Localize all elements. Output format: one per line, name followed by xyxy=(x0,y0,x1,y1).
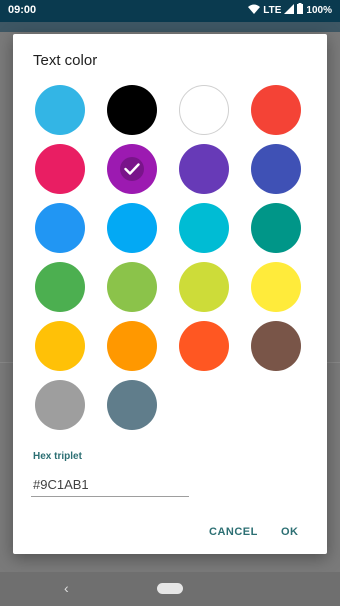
color-swatch[interactable] xyxy=(107,262,157,312)
home-icon[interactable] xyxy=(157,583,183,594)
color-swatch[interactable] xyxy=(35,203,85,253)
battery-level: 100% xyxy=(306,4,332,16)
color-swatch[interactable] xyxy=(251,262,301,312)
dialog-title: Text color xyxy=(33,52,98,69)
color-swatch[interactable] xyxy=(35,144,85,194)
app-bar-scrim xyxy=(0,22,340,32)
signal-icon xyxy=(284,3,295,17)
color-swatch[interactable] xyxy=(107,380,157,430)
status-icons: LTE 100% xyxy=(248,3,332,17)
text-color-dialog: Text color Hex triplet CANCEL OK xyxy=(13,34,327,554)
navigation-bar: ‹ xyxy=(0,572,340,606)
color-swatch[interactable] xyxy=(107,321,157,371)
color-swatch[interactable] xyxy=(107,85,157,135)
color-swatch[interactable] xyxy=(251,321,301,371)
color-swatch[interactable] xyxy=(107,203,157,253)
cancel-button[interactable]: CANCEL xyxy=(209,522,258,542)
battery-icon xyxy=(297,3,304,17)
network-type-label: LTE xyxy=(263,4,282,16)
color-swatch[interactable] xyxy=(35,321,85,371)
status-bar: 09:00 LTE 100% xyxy=(0,0,340,22)
color-swatch[interactable] xyxy=(251,85,301,135)
color-swatch[interactable] xyxy=(35,380,85,430)
ok-button[interactable]: OK xyxy=(281,522,299,542)
color-swatch[interactable] xyxy=(35,85,85,135)
hex-triplet-input[interactable] xyxy=(31,472,189,497)
checkmark-icon xyxy=(120,157,144,181)
color-swatch[interactable] xyxy=(107,144,157,194)
color-swatch[interactable] xyxy=(179,262,229,312)
status-time: 09:00 xyxy=(8,4,37,16)
color-swatch[interactable] xyxy=(35,262,85,312)
back-icon[interactable]: ‹ xyxy=(64,580,69,596)
color-swatch[interactable] xyxy=(251,144,301,194)
color-swatch[interactable] xyxy=(179,144,229,194)
color-swatch[interactable] xyxy=(179,203,229,253)
color-swatch[interactable] xyxy=(251,203,301,253)
hex-triplet-label: Hex triplet xyxy=(33,451,82,462)
color-swatch[interactable] xyxy=(179,85,229,135)
color-swatch[interactable] xyxy=(179,321,229,371)
wifi-icon xyxy=(248,4,261,17)
